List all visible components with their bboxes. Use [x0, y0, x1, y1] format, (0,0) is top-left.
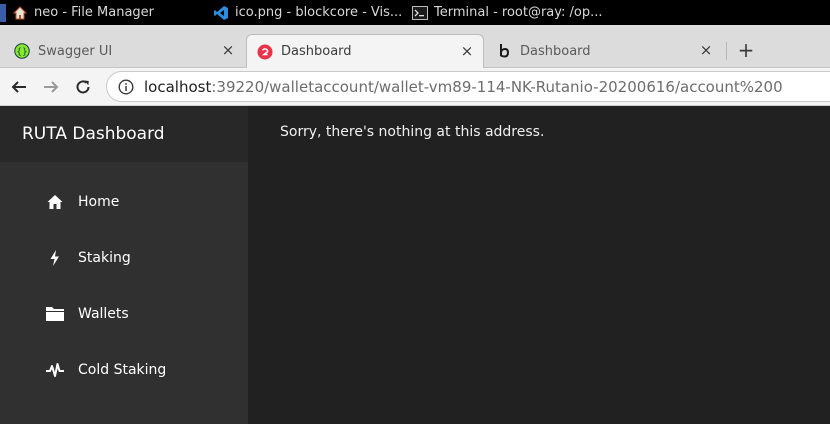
tab-dashboard-active[interactable]: Dashboard ×: [246, 34, 484, 68]
browser-tab-strip: {} Swagger UI × Dashboard × Dashboard × …: [0, 25, 830, 68]
not-found-message: Sorry, there's nothing at this address.: [280, 124, 545, 140]
tab-close-button[interactable]: ×: [698, 42, 714, 58]
browser-toolbar: localhost:39220/walletaccount/wallet-vm8…: [0, 68, 830, 106]
tab-close-button[interactable]: ×: [459, 43, 475, 59]
info-icon[interactable]: [118, 78, 134, 95]
arrow-left-icon: [11, 81, 26, 93]
taskbar-edge: [0, 4, 6, 22]
folder-icon: [45, 304, 65, 324]
arrow-right-icon: [44, 81, 59, 93]
swagger-icon: {}: [14, 43, 30, 59]
tab-swagger-ui[interactable]: {} Swagger UI ×: [0, 34, 244, 68]
blockcore-favicon-icon: [496, 43, 512, 59]
reload-icon: [76, 80, 90, 94]
taskbar-task-file-manager[interactable]: neo - File Manager: [12, 0, 194, 25]
page-content: RUTA Dashboard Home Staking Wallets Cold…: [0, 106, 830, 424]
terminal-icon: [412, 5, 428, 21]
tab-title: Swagger UI: [38, 43, 113, 59]
sidebar-item-cold-staking[interactable]: Cold Staking: [0, 342, 248, 398]
taskbar-task-label: neo - File Manager: [34, 5, 155, 20]
pulse-icon: [45, 360, 65, 380]
tab-title: Dashboard: [520, 43, 591, 59]
sidebar-item-home[interactable]: Home: [0, 174, 248, 230]
reload-button[interactable]: [72, 76, 94, 98]
url-path: :39220/walletaccount/wallet-vm89-114-NK-…: [211, 77, 783, 96]
taskbar-task-label: ico.png - blockcore - Vis...: [235, 5, 403, 20]
sidebar-item-label: Cold Staking: [78, 362, 167, 378]
url-host: localhost: [144, 77, 212, 96]
sidebar-item-label: Staking: [78, 250, 131, 266]
tab-close-button[interactable]: ×: [220, 42, 236, 58]
sidebar-item-label: Home: [78, 194, 120, 210]
back-button[interactable]: [8, 76, 30, 98]
sidebar-item-staking[interactable]: Staking: [0, 230, 248, 286]
tab-dashboard[interactable]: Dashboard ×: [486, 34, 722, 68]
taskbar-task-terminal[interactable]: Terminal - root@ray: /op...: [412, 0, 608, 25]
sidebar: RUTA Dashboard Home Staking Wallets Cold…: [0, 106, 248, 424]
new-tab-button[interactable]: +: [736, 39, 756, 61]
forward-button[interactable]: [40, 76, 62, 98]
tab-separator: [726, 42, 727, 60]
taskbar-task-label: Terminal - root@ray: /op...: [434, 5, 603, 20]
address-bar[interactable]: localhost:39220/walletaccount/wallet-vm8…: [106, 71, 830, 102]
vscode-icon: [213, 5, 229, 21]
dashboard-favicon-icon: [257, 44, 273, 60]
sidebar-item-label: Wallets: [78, 306, 129, 322]
os-taskbar: neo - File Manager ico.png - blockcore -…: [0, 0, 830, 25]
home-icon: [45, 192, 65, 212]
sidebar-item-wallets[interactable]: Wallets: [0, 286, 248, 342]
app-brand-title[interactable]: RUTA Dashboard: [0, 106, 248, 162]
tab-title: Dashboard: [281, 44, 352, 59]
taskbar-task-vscode[interactable]: ico.png - blockcore - Vis...: [213, 0, 405, 25]
lightning-icon: [45, 248, 65, 268]
home-folder-icon: [12, 5, 28, 21]
svg-text:{}: {}: [16, 48, 27, 58]
